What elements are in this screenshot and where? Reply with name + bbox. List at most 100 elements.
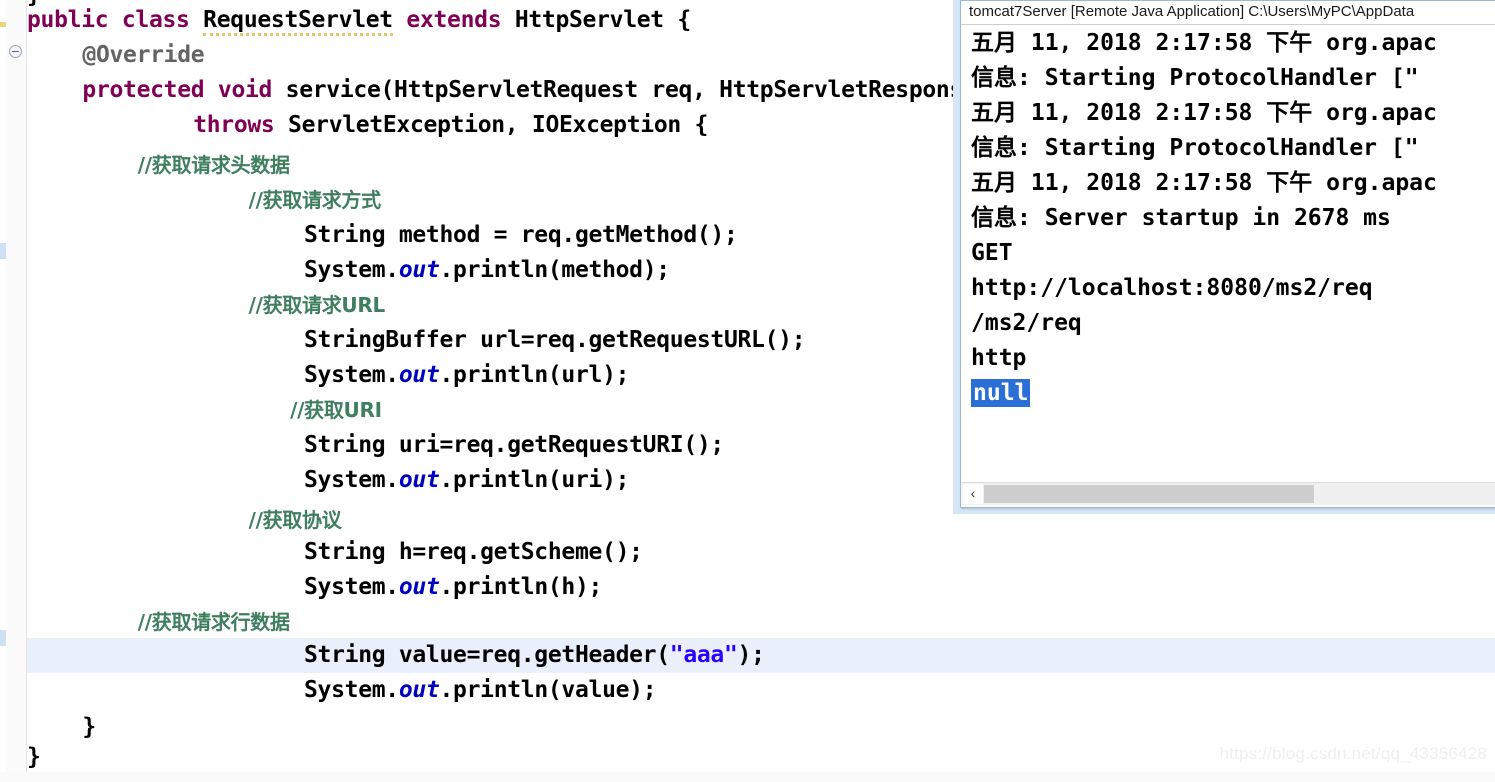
code-token: System. xyxy=(304,362,399,388)
code-line-content: System.out.println(method); xyxy=(304,253,670,288)
code-line-content: //获取请求行数据 xyxy=(138,605,290,640)
code-line-content: protected void service(HttpServletReques… xyxy=(82,73,1059,108)
code-token: String method = req.getMethod(); xyxy=(304,222,738,248)
code-line[interactable]: throws ServletException, IOException { xyxy=(27,108,708,143)
code-token: .println(h); xyxy=(439,574,603,600)
code-token: System. xyxy=(304,257,399,283)
code-line-content: //获取请求方式 xyxy=(248,183,382,218)
code-line[interactable]: } xyxy=(27,740,41,775)
console-frame[interactable]: tomcat7Server [Remote Java Application] … xyxy=(960,0,1495,508)
code-line-content: //获取URI xyxy=(290,393,382,428)
code-line-content: //获取请求头数据 xyxy=(138,148,290,183)
code-line[interactable]: System.out.println(value); xyxy=(27,673,657,708)
folding-gutter[interactable] xyxy=(6,0,27,782)
code-line[interactable]: @Override xyxy=(27,38,204,73)
code-token: System. xyxy=(304,677,399,703)
code-line[interactable]: String value=req.getHeader("aaa"); xyxy=(27,638,1495,673)
console-line[interactable]: 信息: Starting ProtocolHandler [" xyxy=(971,61,1495,96)
code-token: StringBuffer url=req.getRequestURL(); xyxy=(304,327,806,353)
code-token: out xyxy=(398,257,440,283)
console-line[interactable]: 信息: Starting ProtocolHandler [" xyxy=(971,131,1495,166)
code-token: service(HttpServletRequest req, HttpServ… xyxy=(285,77,1059,103)
code-token: out xyxy=(398,467,440,493)
code-line[interactable]: String uri=req.getRequestURI(); xyxy=(27,428,724,463)
code-token: class xyxy=(121,7,190,33)
code-line[interactable]: //获取请求方式 xyxy=(27,183,382,218)
code-token: out xyxy=(398,677,440,703)
code-line-content: public class RequestServlet extends Http… xyxy=(27,3,691,38)
console-line[interactable]: GET xyxy=(971,236,1495,271)
code-line[interactable]: System.out.println(url); xyxy=(27,358,629,393)
code-line[interactable]: //获取请求URL xyxy=(27,288,386,323)
collapse-fold-icon[interactable] xyxy=(9,45,22,58)
console-line[interactable]: 五月 11, 2018 2:17:58 下午 org.apac xyxy=(971,166,1495,201)
scrollbar-thumb[interactable] xyxy=(984,485,1314,503)
console-selected-text[interactable]: null xyxy=(971,379,1031,407)
code-line-content: String method = req.getMethod(); xyxy=(304,218,738,253)
console-line[interactable]: /ms2/req xyxy=(971,306,1495,341)
code-token: //获取请求行数据 xyxy=(137,610,290,634)
console-line[interactable]: null xyxy=(971,376,1495,411)
code-line[interactable]: System.out.println(h); xyxy=(27,570,602,605)
code-token: //获取请求方式 xyxy=(248,188,382,212)
code-line[interactable]: //获取协议 xyxy=(27,503,342,538)
code-token: void xyxy=(217,77,273,103)
code-token: .println(method); xyxy=(439,257,671,283)
code-token: System. xyxy=(304,574,399,600)
code-line[interactable]: //获取请求头数据 xyxy=(27,148,290,183)
code-token: @Override xyxy=(82,42,205,68)
code-line[interactable]: public class RequestServlet extends Http… xyxy=(27,3,691,38)
console-horizontal-scrollbar[interactable]: ‹ xyxy=(962,482,1495,505)
code-line-content: StringBuffer url=req.getRequestURL(); xyxy=(304,323,806,358)
code-line-content: String h=req.getScheme(); xyxy=(304,535,643,570)
code-token: HttpServlet { xyxy=(514,7,691,33)
code-token: RequestServlet xyxy=(203,7,393,36)
code-line-content: throws ServletException, IOException { xyxy=(193,108,708,143)
code-token: .println(value); xyxy=(439,677,657,703)
bottom-band xyxy=(0,772,1495,782)
code-token: public xyxy=(27,7,109,33)
code-token: } xyxy=(82,714,96,740)
code-token: //获取URI xyxy=(290,398,382,422)
code-line[interactable]: //获取URI xyxy=(27,393,382,428)
console-view-panel[interactable]: tomcat7Server [Remote Java Application] … xyxy=(953,0,1495,514)
code-token: String h=req.getScheme(); xyxy=(304,539,643,565)
code-token: out xyxy=(398,574,440,600)
scroll-left-arrow-icon[interactable]: ‹ xyxy=(963,484,983,504)
code-line[interactable]: String method = req.getMethod(); xyxy=(27,218,738,253)
code-line-content: String value=req.getHeader("aaa"); xyxy=(304,638,765,673)
console-launch-title: tomcat7Server [Remote Java Application] … xyxy=(961,1,1495,25)
code-line[interactable]: String h=req.getScheme(); xyxy=(27,535,643,570)
console-line[interactable]: 五月 11, 2018 2:17:58 下午 org.apac xyxy=(971,26,1495,61)
code-line[interactable]: protected void service(HttpServletReques… xyxy=(27,73,1058,108)
code-token: protected xyxy=(82,77,205,103)
console-output-text[interactable]: 五月 11, 2018 2:17:58 下午 org.apac 信息: Start… xyxy=(961,26,1495,466)
code-line[interactable]: System.out.println(uri); xyxy=(27,463,629,498)
code-token: String value=req.getHeader( xyxy=(304,642,670,668)
code-line-content: //获取请求URL xyxy=(249,288,386,323)
console-line[interactable]: http xyxy=(971,341,1495,376)
console-line[interactable]: 信息: Server startup in 2678 ms xyxy=(971,201,1495,236)
code-token: ServletException, IOException { xyxy=(288,112,709,138)
code-line-content: System.out.println(url); xyxy=(304,358,629,393)
code-token: String uri=req.getRequestURI(); xyxy=(304,432,724,458)
code-line-content: System.out.println(value); xyxy=(304,673,657,708)
code-line[interactable]: StringBuffer url=req.getRequestURL(); xyxy=(27,323,806,358)
code-line[interactable]: System.out.println(method); xyxy=(27,253,670,288)
code-line-content: System.out.println(uri); xyxy=(304,463,629,498)
code-token: //获取协议 xyxy=(248,508,342,532)
code-line[interactable]: //获取请求行数据 xyxy=(27,605,290,640)
code-token: .println(url); xyxy=(439,362,630,388)
code-token: extends xyxy=(406,7,502,33)
code-token: "aaa" xyxy=(669,642,738,668)
console-line[interactable]: 五月 11, 2018 2:17:58 下午 org.apac xyxy=(971,96,1495,131)
code-token: } xyxy=(27,744,41,770)
code-line-content: System.out.println(h); xyxy=(304,570,602,605)
console-line[interactable]: http://localhost:8080/ms2/req xyxy=(971,271,1495,306)
